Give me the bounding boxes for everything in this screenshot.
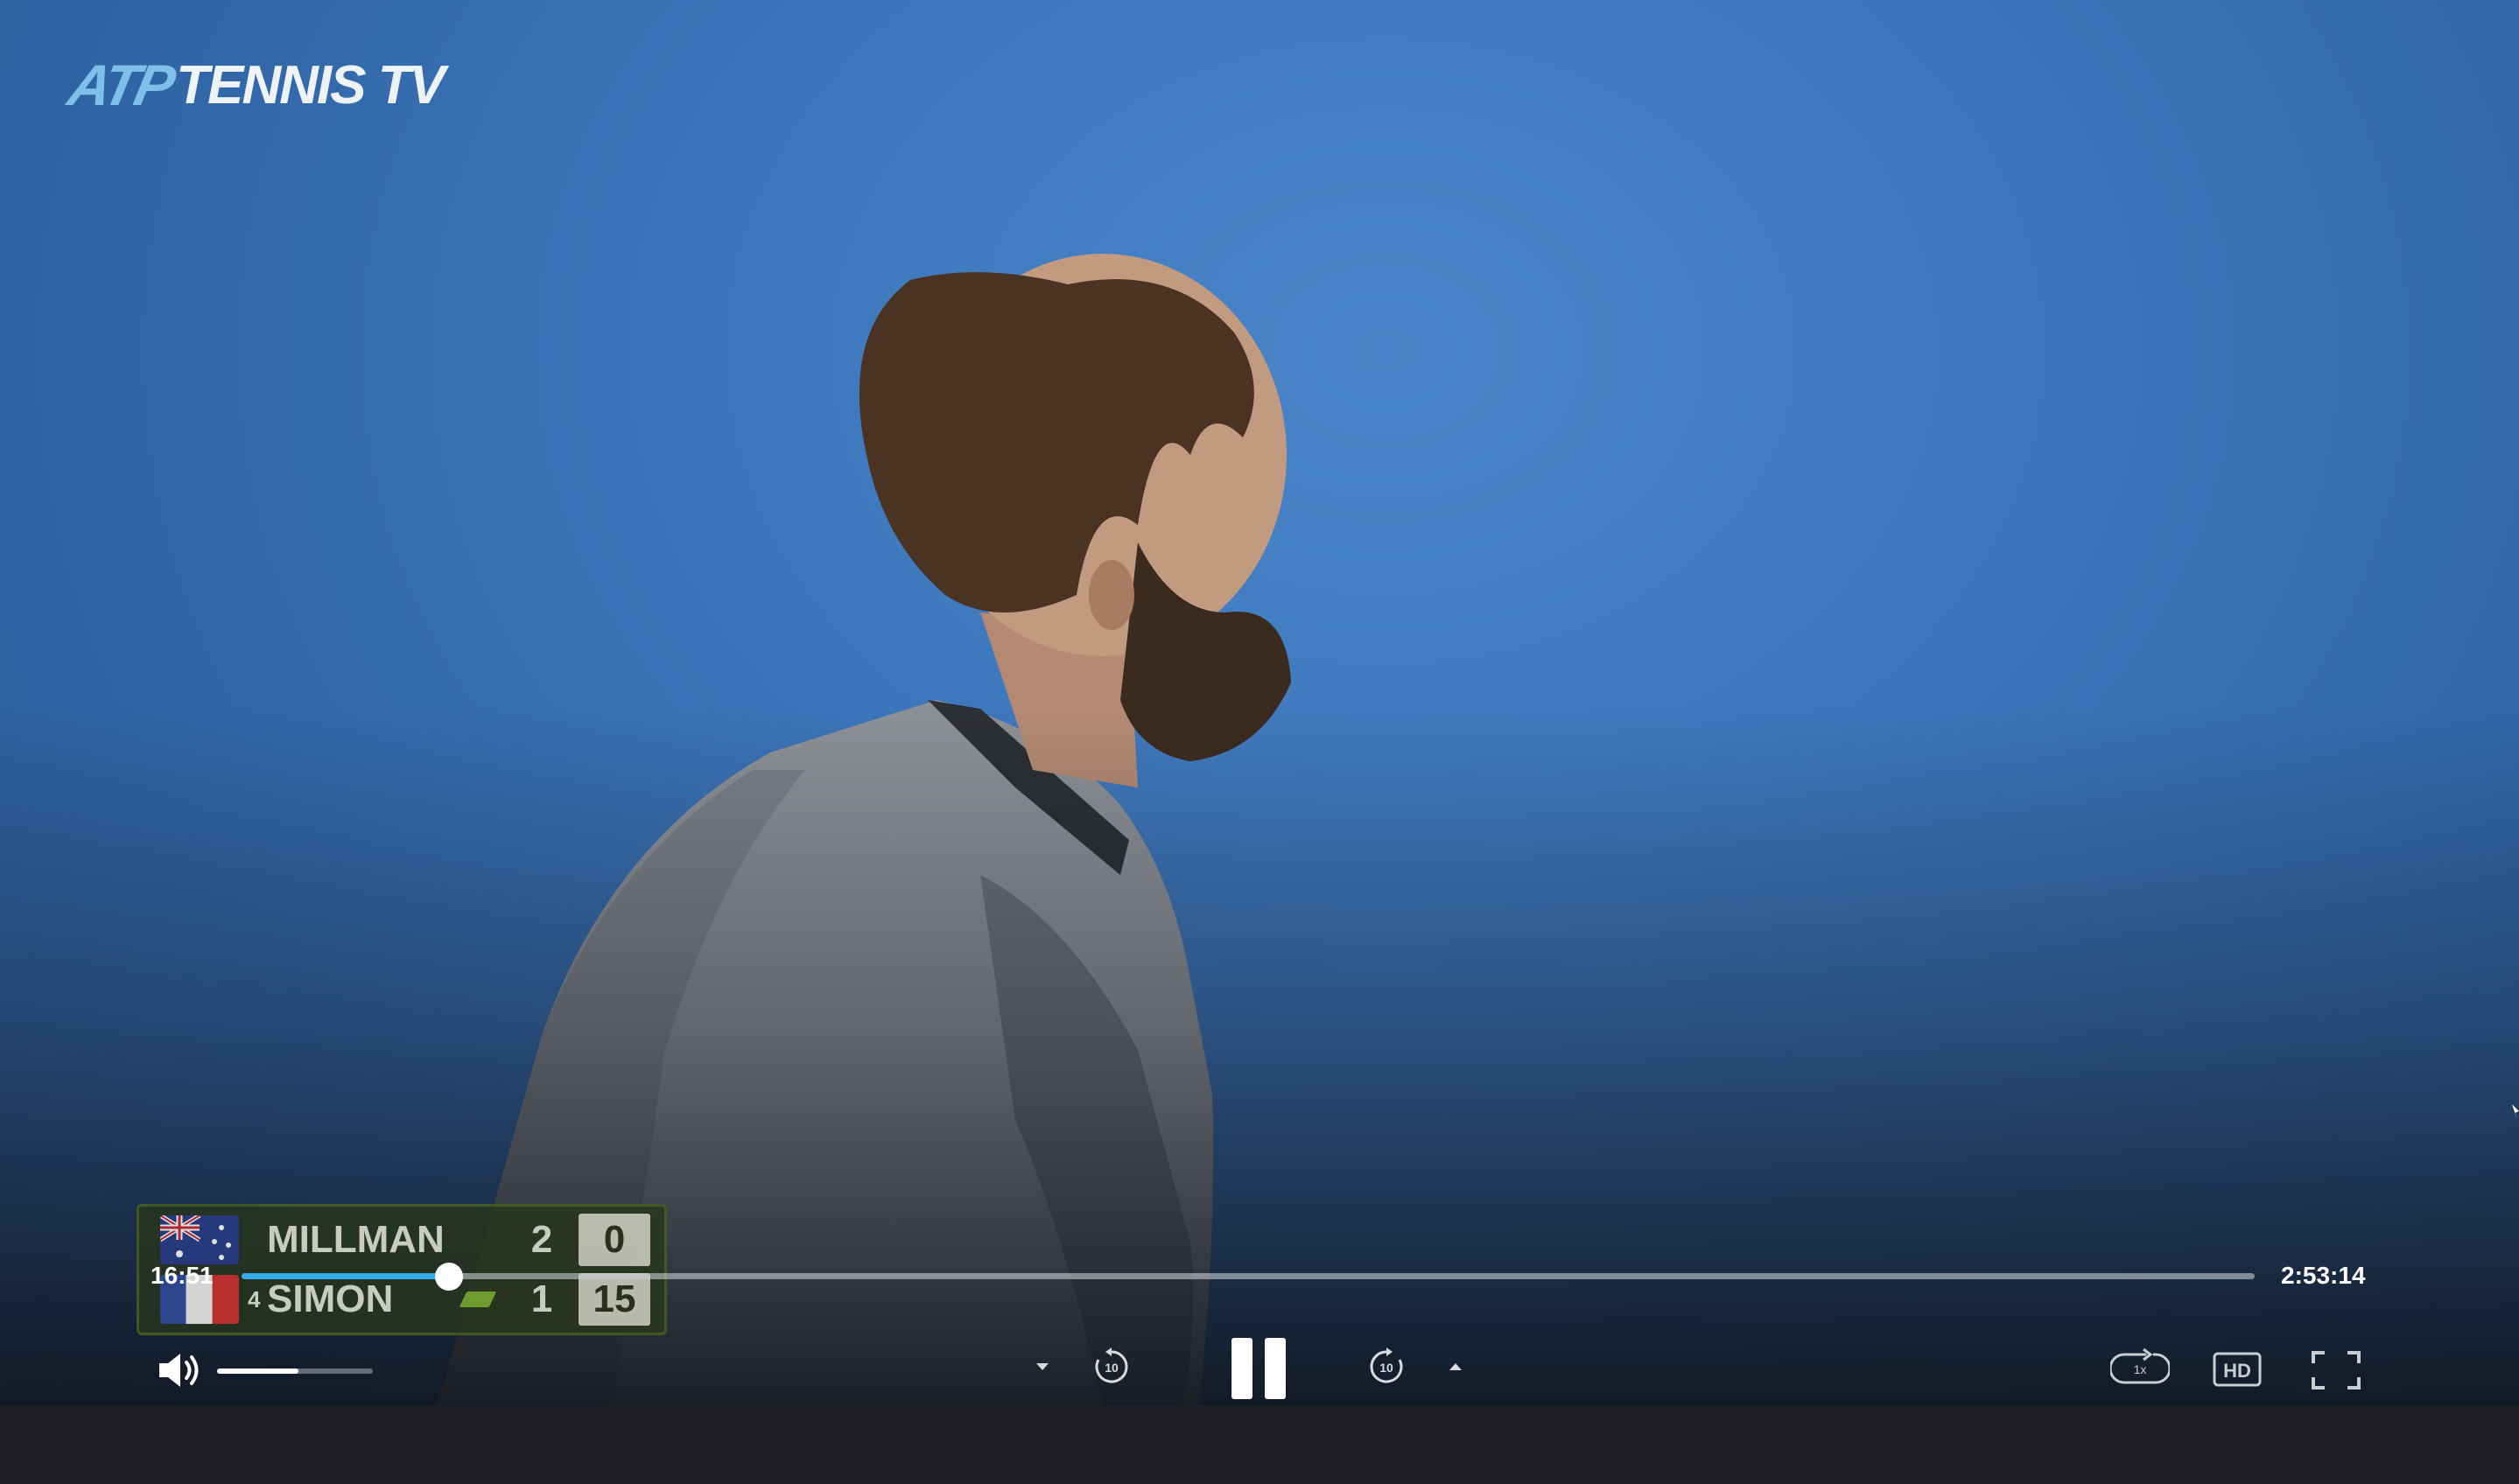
quality-button[interactable]: HD — [2211, 1348, 2263, 1391]
rewind-10-icon: 10 — [1095, 1348, 1128, 1383]
current-time: 16:51 — [151, 1262, 214, 1289]
player-points: 0 — [579, 1214, 650, 1266]
playback-speed-icon: 1x — [2110, 1348, 2170, 1384]
player-name: SIMON — [267, 1278, 394, 1320]
serve-indicator — [459, 1292, 497, 1307]
speed-label: 1x — [2134, 1362, 2147, 1376]
fullscreen-icon — [2312, 1351, 2361, 1390]
player-sets: 1 — [530, 1278, 553, 1320]
volume-level — [217, 1368, 298, 1374]
mouse-cursor-icon — [2512, 1104, 2519, 1120]
scoreboard-row: MILLMAN 2 0 — [139, 1210, 664, 1270]
scoreboard: MILLMAN 2 0 4 SIMON 1 15 — [137, 1204, 667, 1335]
volume-slider[interactable] — [217, 1368, 373, 1374]
skip-back-label: 10 — [1105, 1361, 1119, 1375]
skip-forward-button[interactable]: 10 — [1364, 1344, 1409, 1390]
volume-icon — [159, 1354, 199, 1387]
seek-handle[interactable] — [434, 1263, 463, 1291]
quality-label: HD — [2223, 1360, 2251, 1382]
player-sets: 2 — [530, 1218, 553, 1261]
seek-bar[interactable] — [242, 1263, 2255, 1291]
player-name: MILLMAN — [267, 1218, 445, 1261]
fullscreen-button[interactable] — [2309, 1348, 2363, 1393]
bottom-bar — [0, 1405, 2519, 1484]
skip-forward-label: 10 — [1379, 1361, 1393, 1375]
forward-10-icon: 10 — [1370, 1348, 1403, 1383]
pause-button[interactable] — [1225, 1334, 1292, 1404]
logo-atp: ATP — [63, 52, 178, 117]
seek-bar-progress — [242, 1273, 449, 1279]
tennis-tv-logo: ATP TENNIS TV — [63, 52, 446, 117]
logo-tennis-tv: TENNIS TV — [176, 54, 446, 116]
player-seed: 4 — [248, 1285, 261, 1312]
hd-icon: HD — [2213, 1352, 2262, 1387]
total-time: 2:53:14 — [2281, 1262, 2366, 1289]
skip-back-button[interactable]: 10 — [1089, 1344, 1134, 1390]
playback-speed-button[interactable]: 1x — [2109, 1346, 2171, 1391]
video-player[interactable]: ATP TENNIS TV MILLMAN 2 0 4 SIMON 1 15 1… — [0, 0, 2519, 1405]
chevron-up-icon — [1449, 1363, 1462, 1370]
pause-icon — [1231, 1338, 1286, 1399]
player-points: 15 — [579, 1273, 650, 1326]
skip-back-menu-button[interactable] — [1029, 1356, 1056, 1377]
skip-forward-menu-button[interactable] — [1442, 1356, 1469, 1377]
chevron-down-icon — [1036, 1363, 1049, 1370]
volume-button[interactable] — [154, 1348, 203, 1393]
australia-flag-icon — [160, 1215, 239, 1264]
